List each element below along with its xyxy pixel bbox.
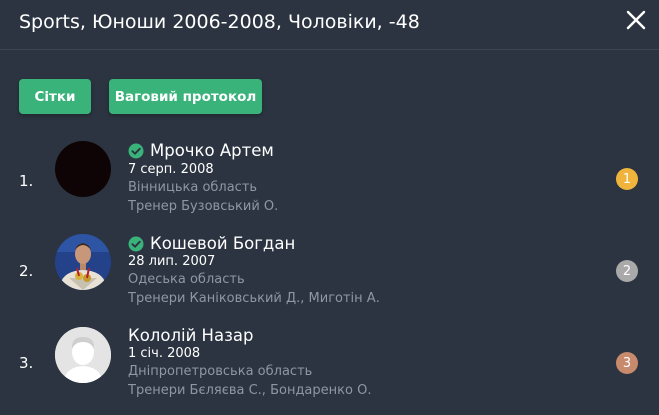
athlete-name: Кололій Назар — [128, 326, 254, 345]
weigh-in-protocol-button[interactable]: Ваговий протокол — [109, 79, 262, 114]
athlete-name-row[interactable]: Мрочко Артем — [128, 141, 274, 160]
place-number: 3. — [19, 354, 34, 372]
date-of-birth: 7 серп. 2008 — [128, 162, 214, 177]
athlete-name-row[interactable]: Кошевой Богдан — [128, 234, 295, 253]
dialog-header: Sports, Юноши 2006-2008, Чоловіки, -48 — [0, 0, 659, 50]
region: Вінницька область — [128, 180, 258, 195]
athlete-photo — [55, 234, 111, 290]
coach: Тренери Каніковський Д., Миготін А. — [128, 291, 380, 306]
verified-check-icon — [128, 236, 144, 252]
place-number: 1. — [19, 172, 34, 190]
athlete-name-row[interactable]: Кололій Назар — [128, 326, 253, 345]
result-row-3[interactable]: 3. Кололій Назар 1 січ. 2008 Дніпропетро… — [0, 321, 659, 411]
verified-check-icon — [128, 143, 144, 159]
bronze-place-badge: 3 — [616, 352, 638, 374]
date-of-birth: 1 січ. 2008 — [128, 346, 201, 361]
region: Одеська область — [128, 272, 245, 287]
date-of-birth: 28 лип. 2007 — [128, 254, 216, 269]
place-number: 2. — [19, 262, 34, 280]
region: Дніпропетровська область — [128, 364, 313, 379]
athlete-name: Мрочко Артем — [150, 141, 274, 160]
avatar — [55, 141, 111, 197]
result-row-1[interactable]: 1. Мрочко Артем 7 серп. 2008 Вінницька о… — [0, 135, 659, 225]
silver-place-badge: 2 — [616, 260, 638, 282]
coach: Тренер Бузовський О. — [128, 199, 279, 214]
close-icon[interactable] — [624, 8, 648, 32]
brackets-button[interactable]: Сітки — [19, 79, 91, 114]
coach: Тренери Бєляєва С., Бондаренко О. — [128, 383, 372, 398]
dialog-title: Sports, Юноши 2006-2008, Чоловіки, -48 — [19, 11, 420, 33]
gold-place-badge: 1 — [616, 168, 638, 190]
result-row-2[interactable]: 2. Кошевой Богдан 28 лип. 2007 Одеська о… — [0, 228, 659, 318]
default-user-avatar — [55, 327, 111, 383]
athlete-name: Кошевой Богдан — [150, 234, 296, 253]
